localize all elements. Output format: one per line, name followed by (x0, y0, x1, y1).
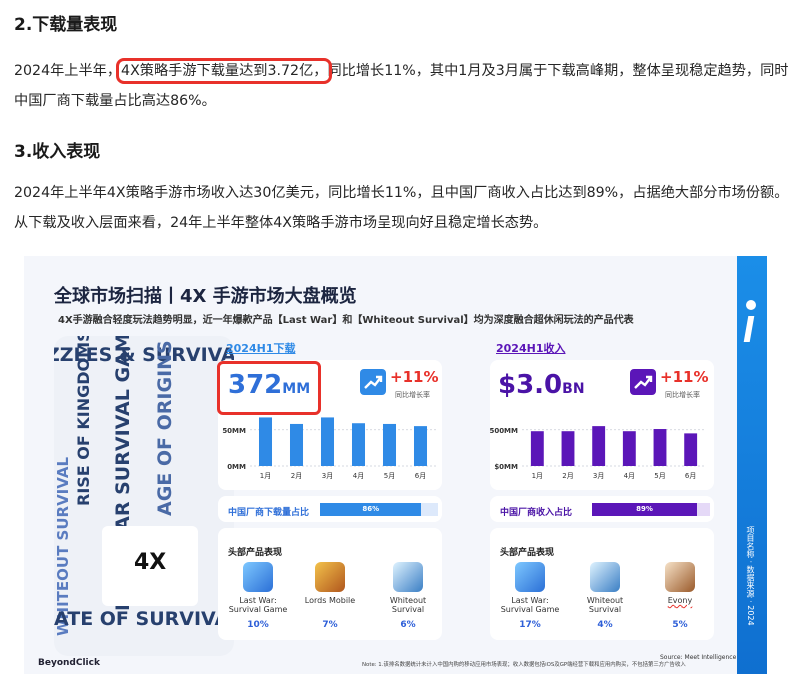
x-tick-label: 2月 (562, 472, 573, 480)
game-pct: 5% (672, 620, 688, 630)
trend-up-icon (630, 369, 656, 395)
stripe-text: 项目名称 · 数据来源 · 2024 (746, 526, 755, 626)
x-tick-label: 2月 (291, 472, 302, 480)
downloads-top-label: 头部产品表现 (228, 548, 283, 558)
stripe-bar-icon (743, 316, 755, 342)
bar (320, 417, 335, 466)
game-icon (393, 562, 423, 592)
brand-logo: BeyondClick (38, 658, 100, 668)
collage-label: 4X (134, 550, 167, 575)
highlighted-text: 4X策略手游下载量达到3.72亿， (116, 58, 333, 84)
collage-text: AGE OF ORIGINS (154, 340, 176, 516)
revenue-number: $3.0 (498, 370, 563, 400)
x-tick-label: 6月 (415, 472, 426, 480)
revenue-tag: 2024H1收入 (496, 342, 566, 355)
para-pre: 2024年上半年， (14, 63, 122, 79)
game-icon (665, 562, 695, 592)
x-tick-label: 4月 (624, 472, 635, 480)
game-name: Whiteout Survival (389, 596, 427, 614)
game-name: Last War: Survival Game (500, 596, 560, 614)
y-tick-label: $500MM (490, 427, 518, 435)
game-name: Whiteout Survival (586, 596, 624, 614)
top-game-item: Last War: Survival Game 17% (495, 562, 565, 630)
revenue-bar-chart: $500MM $0MM 1月 2月 3月 4月 5月 6月 (490, 426, 706, 480)
game-icon (243, 562, 273, 592)
bar (592, 426, 606, 466)
top-game-item: Evony 5% (645, 562, 715, 630)
bar (530, 431, 544, 466)
section3-heading: 3.收入表现 (14, 142, 101, 162)
y-tick-label: $0MM (494, 463, 518, 471)
top-game-item: Whiteout Survival 4% (570, 562, 640, 630)
downloads-share-label: 中国厂商下载量占比 (228, 508, 310, 518)
bar (413, 426, 428, 466)
bar (351, 423, 366, 466)
x-tick-label: 6月 (685, 472, 696, 480)
section2-heading: 2.下载量表现 (14, 15, 118, 35)
x-tick-label: 1月 (260, 472, 271, 480)
revenue-share-bar: 89% (592, 503, 698, 516)
top-game-item: Last War: Survival Game 10% (223, 562, 293, 630)
game-name: Lords Mobile (304, 596, 356, 605)
x-tick-label: 1月 (532, 472, 543, 480)
game-pct: 6% (400, 620, 416, 630)
bar (289, 423, 304, 466)
bar (382, 423, 397, 466)
revenue-value: $3.0BN (498, 370, 585, 400)
game-pct: 17% (519, 620, 541, 630)
x-tick-label: 4月 (353, 472, 364, 480)
side-stripe: 项目名称 · 数据来源 · 2024 (737, 256, 767, 674)
game-pct: 4% (597, 620, 613, 630)
game-icon (515, 562, 545, 592)
revenue-growth: +11% (660, 368, 709, 386)
revenue-growth-label: 同比增长率 (665, 391, 700, 399)
game-pct: 7% (322, 620, 338, 630)
infographic-subtitle: 4X手游融合轻度玩法趋势明显，近一年爆款产品【Last War】和【Whiteo… (58, 315, 634, 326)
game-name: Last War: Survival Game (228, 596, 288, 614)
revenue-share-track: 89% (592, 503, 710, 516)
downloads-share-track: 86% (320, 503, 438, 516)
bar (258, 417, 273, 466)
bar (653, 429, 667, 466)
y-tick-label: 50MM (222, 427, 246, 435)
stripe-dot-icon (746, 300, 756, 310)
downloads-growth-label: 同比增长率 (395, 391, 430, 399)
revenue-top-label: 头部产品表现 (500, 548, 555, 558)
downloads-growth: +11% (390, 368, 439, 386)
collage-text: RISE OF KINGDOMS (74, 336, 93, 506)
game-icon (590, 562, 620, 592)
game-collage: ZZLES & SURVIVA RISE OF KINGDOMS LAST WA… (54, 336, 234, 656)
revenue-share-label: 中国厂商收入占比 (500, 508, 573, 518)
downloads-tag: 2024H1下载 (226, 342, 296, 355)
infographic-title: 全球市场扫描丨4X 手游市场大盘概览 (54, 286, 357, 307)
downloads-bar-chart: 50MM 0MM 1月 2月 3月 4月 5月 6月 (222, 417, 436, 480)
bar (622, 431, 636, 466)
collage-text: ATE OF SURVIVAL (54, 608, 234, 630)
game-name: Evony (667, 596, 693, 605)
infographic-image: 全球市场扫描丨4X 手游市场大盘概览 4X手游融合轻度玩法趋势明显，近一年爆款产… (24, 256, 767, 674)
downloads-share-value: 86% (362, 505, 380, 513)
game-icon (315, 562, 345, 592)
section3-paragraph: 2024年上半年4X策略手游市场收入达30亿美元，同比增长11%，且中国厂商收入… (14, 185, 789, 231)
x-tick-label: 3月 (322, 472, 333, 480)
trend-up-icon (360, 369, 386, 395)
footer-note: Note: 1.该排名数据统计未计入中国内购的移动应用市场表现；收入数据包括iO… (362, 662, 686, 668)
x-tick-label: 5月 (384, 472, 395, 480)
downloads-share-bar: 86% (320, 503, 422, 516)
downloads-value: 372MM (228, 370, 310, 400)
x-tick-label: 3月 (593, 472, 604, 480)
x-tick-label: 5月 (654, 472, 665, 480)
y-tick-label: 0MM (227, 463, 246, 471)
bar (561, 431, 575, 466)
top-game-item: Whiteout Survival 6% (373, 562, 443, 630)
downloads-number: 372 (228, 370, 283, 400)
game-pct: 10% (247, 620, 269, 630)
revenue-share-value: 89% (636, 505, 653, 513)
top-game-item: Lords Mobile 7% (295, 562, 365, 630)
section2-paragraph: 2024年上半年，4X策略手游下载量达到3.72亿，同比增长11%，其中1月及3… (14, 56, 789, 116)
downloads-unit: MM (282, 381, 311, 397)
bar (684, 433, 698, 466)
revenue-unit: BN (562, 381, 585, 397)
